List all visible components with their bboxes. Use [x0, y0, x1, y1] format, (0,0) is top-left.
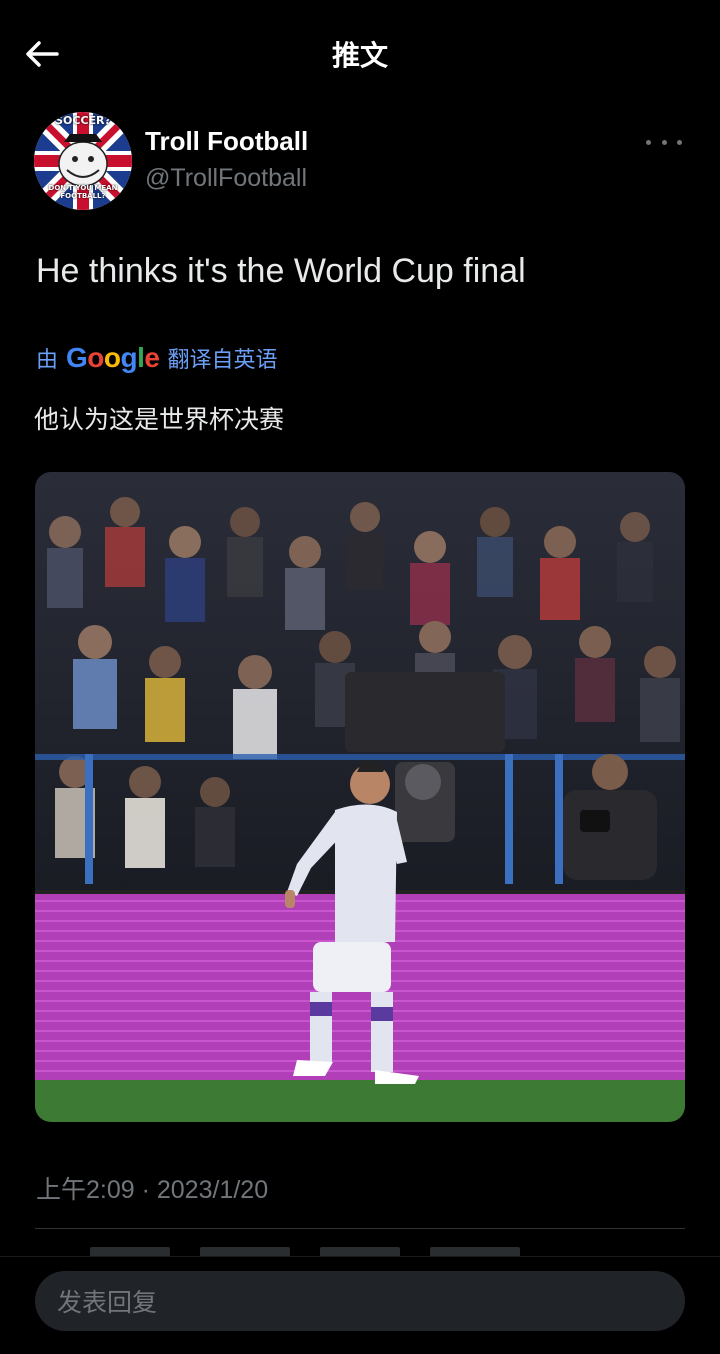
author-display-name[interactable]: Troll Football — [145, 126, 308, 157]
translate-suffix: 翻译自英语 — [167, 348, 278, 373]
pitch — [35, 1080, 685, 1122]
more-dot-icon — [661, 139, 667, 145]
more-options-button[interactable] — [646, 132, 682, 152]
tweet-photo[interactable] — [35, 472, 685, 1122]
divider — [35, 1228, 685, 1229]
translation-attribution[interactable]: 由 Google 翻译自英语 — [36, 340, 278, 376]
google-logo: Google — [66, 342, 160, 373]
reply-placeholder: 发表回复 — [57, 1288, 158, 1317]
tweet-author: SOCCER? DON'T YOU MEAN FOOTBALL? Troll F… — [34, 112, 686, 212]
avatar-top-text: SOCCER? — [55, 114, 111, 127]
translate-prefix: 由 — [36, 348, 59, 373]
author-handle[interactable]: @TrollFootball — [145, 164, 307, 193]
more-dot-icon — [646, 139, 651, 145]
camera-housing — [345, 672, 505, 752]
avatar[interactable]: SOCCER? DON'T YOU MEAN FOOTBALL? — [34, 112, 132, 210]
tweet-timestamp: 上午2:09 · 2023/1/20 — [36, 1176, 269, 1204]
avatar-bottom-text: DON'T YOU MEAN FOOTBALL? — [48, 184, 118, 200]
translated-text: 他认为这是世界杯决赛 — [34, 405, 285, 434]
top-bar: 推文 — [0, 0, 720, 106]
reply-input[interactable]: 发表回复 — [35, 1271, 685, 1331]
reply-bar: 发表回复 — [0, 1256, 720, 1354]
tweet-text: He thinks it's the World Cup final — [36, 252, 526, 290]
engagement-stats-row — [90, 1244, 690, 1256]
page-title: 推文 — [331, 39, 388, 72]
more-dot-icon — [677, 139, 682, 145]
